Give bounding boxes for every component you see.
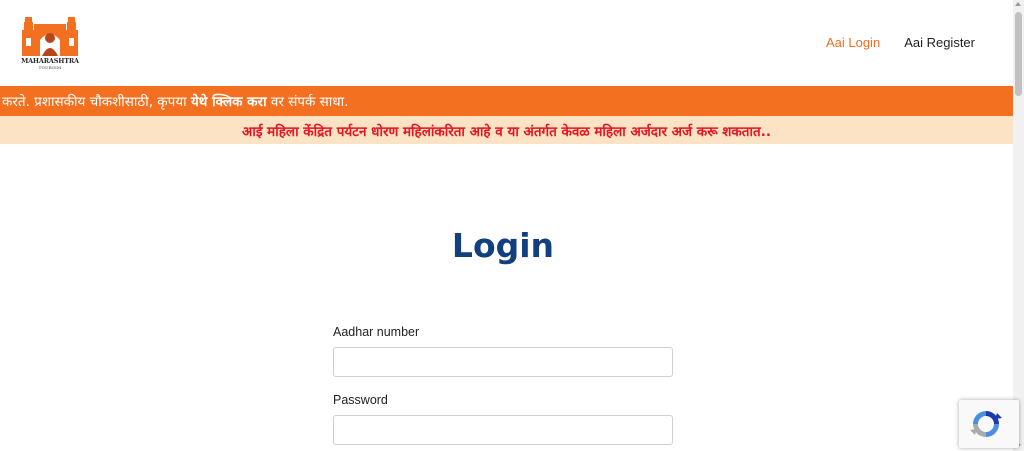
notice-text: आई महिला केंद्रित पर्यटन धोरण महिलांकरित… xyxy=(242,124,771,140)
click-here-link[interactable]: येथे क्लिक करा xyxy=(191,94,267,110)
page-scrollbar[interactable] xyxy=(1013,0,1024,451)
aai-login-link[interactable]: Aai Login xyxy=(826,35,880,50)
aadhar-label: Aadhar number xyxy=(333,325,420,339)
aadhar-number-input[interactable] xyxy=(333,347,673,377)
scroll-up-arrow-icon[interactable] xyxy=(1015,2,1021,6)
site-header: MAHARASHTRA TOURISM Aai Login Aai Regist… xyxy=(0,0,1013,86)
password-input[interactable] xyxy=(333,415,673,445)
women-policy-notice: आई महिला केंद्रित पर्यटन धोरण महिलांकरित… xyxy=(0,116,1013,144)
top-nav: Aai Login Aai Register xyxy=(826,35,975,50)
password-label: Password xyxy=(333,393,388,407)
marquee-text: करते. प्रशासकीय चौकशीसाठी, कृपया येथे क्… xyxy=(2,92,348,110)
logo-tagline: TOURISM xyxy=(38,65,62,70)
gateway-emblem-icon xyxy=(22,17,78,56)
page-title: Login xyxy=(451,226,555,265)
announcement-marquee: करते. प्रशासकीय चौकशीसाठी, कृपया येथे क्… xyxy=(0,86,1013,116)
marquee-text-after: वर संपर्क साधा. xyxy=(266,94,349,110)
scrollbar-thumb[interactable] xyxy=(1015,12,1022,96)
maharashtra-tourism-logo[interactable]: MAHARASHTRA TOURISM xyxy=(20,14,80,74)
recaptcha-icon xyxy=(970,411,1002,437)
logo-wordmark: MAHARASHTRA xyxy=(21,57,79,65)
aai-register-link[interactable]: Aai Register xyxy=(904,35,975,50)
recaptcha-badge[interactable] xyxy=(959,400,1019,448)
page: MAHARASHTRA TOURISM Aai Login Aai Regist… xyxy=(0,0,1013,451)
marquee-text-before: करते. प्रशासकीय चौकशीसाठी, कृपया xyxy=(2,94,191,110)
